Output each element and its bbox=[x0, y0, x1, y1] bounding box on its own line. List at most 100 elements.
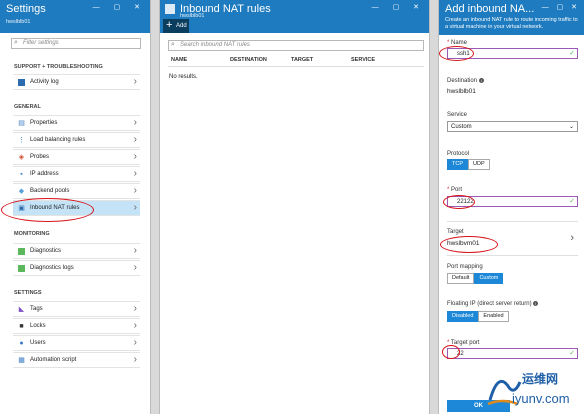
sidebar-item-label: Users bbox=[30, 340, 46, 346]
sidebar-item-ip-address[interactable]: ▪ IP address › bbox=[13, 166, 140, 182]
activity-log-icon bbox=[18, 79, 25, 86]
sidebar-item-locks[interactable]: ■ Locks › bbox=[13, 318, 140, 334]
add-rule-header: Add inbound NA... — ▢ ✕ Create an inboun… bbox=[439, 0, 584, 35]
chevron-right-icon: › bbox=[133, 303, 137, 314]
port-mapping-option-custom[interactable]: Custom bbox=[474, 273, 504, 284]
chevron-right-icon: › bbox=[133, 151, 137, 162]
protocol-toggle[interactable]: TCP UDP bbox=[447, 159, 490, 170]
sidebar-item-load-balancing-rules[interactable]: ⋮ Load balancing rules › bbox=[13, 132, 140, 148]
window-controls-icon[interactable]: — ▢ ✕ bbox=[542, 3, 580, 11]
plus-icon: + bbox=[166, 19, 173, 31]
sidebar-item-label: Inbound NAT rules bbox=[30, 205, 80, 211]
sidebar-item-users[interactable]: ● Users › bbox=[13, 335, 140, 351]
chevron-down-icon: ⌄ bbox=[568, 124, 574, 130]
port-mapping-toggle[interactable]: Default Custom bbox=[447, 273, 504, 284]
watermark-text-cn: 运维网 bbox=[522, 372, 559, 386]
column-header-service[interactable]: SERVICE bbox=[351, 57, 375, 63]
target-value[interactable]: hwslbvm01 bbox=[447, 240, 480, 247]
group-support: SUPPORT + TROUBLESHOOTING bbox=[14, 64, 103, 70]
empty-state-text: No results. bbox=[169, 74, 198, 80]
sidebar-item-probes[interactable]: ◈ Probes › bbox=[13, 149, 140, 165]
sidebar-item-label: Probes bbox=[30, 154, 50, 160]
nat-rules-blade: Inbound NAT rules hwslblb01 — ▢ ✕ + Add … bbox=[159, 0, 430, 414]
chevron-right-icon: › bbox=[133, 245, 137, 256]
checkmark-icon: ✓ bbox=[569, 198, 575, 205]
lock-icon: ■ bbox=[19, 323, 24, 330]
chevron-right-icon: › bbox=[133, 337, 137, 348]
chevron-right-icon: › bbox=[133, 262, 137, 273]
window-controls-icon[interactable]: — ▢ ✕ bbox=[93, 3, 146, 11]
sidebar-item-label: Diagnostics logs bbox=[30, 265, 74, 271]
users-icon: ● bbox=[19, 340, 24, 347]
chevron-right-icon: › bbox=[133, 320, 137, 331]
sidebar-item-properties[interactable]: ▤ Properties › bbox=[13, 115, 140, 131]
port-mapping-option-default[interactable]: Default bbox=[447, 273, 475, 284]
inbound-nat-rules-icon: ▣ bbox=[18, 205, 25, 212]
destination-label: Destination i bbox=[447, 78, 484, 84]
properties-icon: ▤ bbox=[18, 120, 25, 127]
divider bbox=[447, 221, 578, 222]
sidebar-item-inbound-nat-rules[interactable]: ▣ Inbound NAT rules › bbox=[13, 200, 140, 216]
search-icon: ⌕ bbox=[14, 39, 18, 46]
chevron-right-icon: › bbox=[133, 185, 137, 196]
chevron-right-icon: › bbox=[133, 134, 137, 145]
add-rule-intro: Create an inbound NAT rule to route inco… bbox=[445, 17, 578, 30]
port-value: 22122 bbox=[457, 199, 474, 205]
sidebar-item-label: Locks bbox=[30, 323, 46, 329]
watermark-text-url: iyunv.com bbox=[512, 391, 570, 406]
sidebar-item-label: Activity log bbox=[30, 79, 59, 85]
sidebar-item-label: Automation script bbox=[30, 357, 77, 363]
sidebar-item-backend-pools[interactable]: ◆ Backend pools › bbox=[13, 183, 140, 199]
sidebar-item-automation-script[interactable]: ▦ Automation script › bbox=[13, 352, 140, 368]
port-label: * Port bbox=[447, 187, 463, 193]
port-field[interactable]: 22122 ✓ bbox=[447, 196, 578, 207]
search-placeholder: Search inbound NAT rules bbox=[180, 42, 250, 48]
filter-settings-input[interactable]: ⌕ Filter settings bbox=[11, 38, 141, 49]
column-header-name[interactable]: NAME bbox=[171, 57, 187, 63]
floating-ip-label: Floating IP (direct server return) i bbox=[447, 301, 539, 307]
sidebar-item-label: Backend pools bbox=[30, 188, 70, 194]
nat-rules-blade-icon bbox=[165, 4, 175, 14]
target-port-field[interactable]: 22 ✓ bbox=[447, 348, 578, 359]
sidebar-item-activity-log[interactable]: Activity log › bbox=[13, 74, 140, 90]
sidebar-item-diagnostics[interactable]: Diagnostics › bbox=[13, 243, 140, 259]
protocol-label: Protocol bbox=[447, 151, 470, 157]
chevron-right-icon: › bbox=[133, 76, 137, 87]
chevron-right-icon: › bbox=[133, 168, 137, 179]
checkmark-icon: ✓ bbox=[569, 50, 575, 57]
load-balancing-icon: ⋮ bbox=[18, 137, 25, 144]
window-controls-icon[interactable]: — ▢ ✕ bbox=[372, 3, 425, 11]
divider bbox=[447, 255, 578, 256]
service-select[interactable]: Custom ⌄ bbox=[447, 121, 578, 132]
search-icon: ⌕ bbox=[171, 41, 175, 48]
search-nat-rules-input[interactable]: ⌕ Search inbound NAT rules bbox=[168, 40, 424, 51]
add-button-label: Add bbox=[176, 23, 187, 29]
add-button[interactable]: + Add bbox=[163, 19, 189, 33]
table-divider bbox=[168, 66, 424, 67]
floating-ip-option-disabled[interactable]: Disabled bbox=[447, 311, 479, 322]
sidebar-item-diagnostics-logs[interactable]: Diagnostics logs › bbox=[13, 260, 140, 276]
target-label[interactable]: Target bbox=[447, 229, 464, 235]
protocol-option-udp[interactable]: UDP bbox=[468, 159, 490, 170]
checkmark-icon: ✓ bbox=[569, 350, 575, 357]
floating-ip-option-enabled[interactable]: Enabled bbox=[478, 311, 509, 322]
target-port-value: 22 bbox=[457, 351, 464, 357]
service-label: Service bbox=[447, 112, 468, 118]
diagnostics-logs-icon bbox=[18, 265, 25, 272]
protocol-option-tcp[interactable]: TCP bbox=[447, 159, 468, 170]
sidebar-item-tags[interactable]: ◣ Tags › bbox=[13, 301, 140, 317]
settings-header: Settings hwslblb01 — ▢ ✕ bbox=[0, 0, 150, 33]
watermark: 运维网 iyunv.com bbox=[484, 366, 580, 412]
name-field[interactable]: ssh1 ✓ bbox=[447, 48, 578, 59]
group-settings: SETTINGS bbox=[14, 290, 42, 296]
add-nat-rule-blade: Add inbound NA... — ▢ ✕ Create an inboun… bbox=[438, 0, 584, 414]
nat-rules-header: Inbound NAT rules hwslblb01 — ▢ ✕ bbox=[160, 0, 429, 33]
sidebar-item-label: Diagnostics bbox=[30, 248, 62, 254]
sidebar-item-label: Properties bbox=[30, 120, 58, 126]
chevron-right-icon[interactable]: › bbox=[570, 232, 574, 244]
ip-address-icon: ▪ bbox=[20, 171, 23, 178]
info-icon: i bbox=[533, 301, 539, 306]
column-header-target[interactable]: TARGET bbox=[291, 57, 313, 63]
column-header-destination[interactable]: DESTINATION bbox=[230, 57, 267, 63]
floating-ip-toggle[interactable]: Disabled Enabled bbox=[447, 311, 509, 322]
